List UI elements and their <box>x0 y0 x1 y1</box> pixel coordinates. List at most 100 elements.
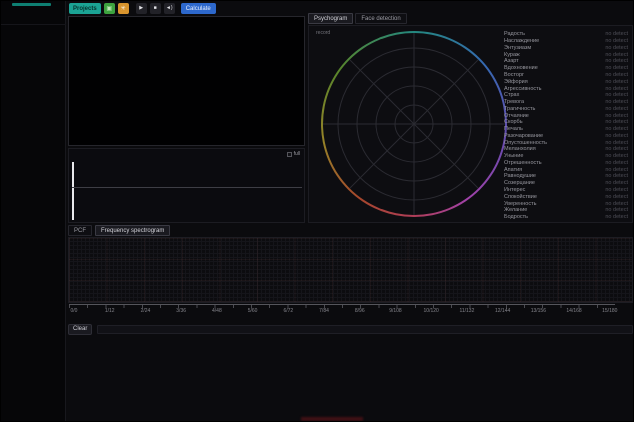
analysis-tab-bar: Psychogram Face detection <box>308 13 407 24</box>
emotion-value: no detect <box>605 153 628 159</box>
emotion-label: Уныние <box>504 153 523 159</box>
full-checkbox[interactable] <box>287 152 292 157</box>
play-icon: ▶ <box>139 6 143 11</box>
clear-row: Clear <box>68 323 633 335</box>
emotion-label: Азарт <box>504 58 519 64</box>
axis-tick-label: 1/12 <box>98 308 122 314</box>
emotion-row: Бодрость no detect <box>504 214 628 221</box>
emotion-row: Восторг no detect <box>504 72 628 79</box>
emotion-value: no detect <box>605 173 628 179</box>
axis-tick-label: 5/60 <box>241 308 265 314</box>
emotion-value: no detect <box>605 160 628 166</box>
analysis-tab[interactable]: Psychogram <box>308 13 353 24</box>
emotion-value: no detect <box>605 79 628 85</box>
emotion-row: Радость no detect <box>504 31 628 38</box>
emotion-row: Уныние no detect <box>504 153 628 160</box>
emotion-label: Энтузиазм <box>504 45 531 51</box>
play-button[interactable]: ▶ <box>136 3 147 14</box>
analysis-tab[interactable]: Face detection <box>355 13 406 24</box>
stop-button[interactable]: ■ <box>150 3 161 14</box>
emotion-row: Опустошенность no detect <box>504 139 628 146</box>
emotion-label: Желание <box>504 207 527 213</box>
emotion-label: Восторг <box>504 72 524 78</box>
emotion-row: Интерес no detect <box>504 187 628 194</box>
emotion-row: Уверенность no detect <box>504 200 628 207</box>
emotion-value: no detect <box>605 167 628 173</box>
clear-button[interactable]: Clear <box>68 324 92 335</box>
waveform-panel[interactable]: full <box>68 148 305 223</box>
emotion-label: Наслаждение <box>504 38 539 44</box>
emotion-row: Энтузиазм no detect <box>504 45 628 52</box>
axis-tick-label: 3/36 <box>169 308 193 314</box>
sidebar-project-indicator[interactable] <box>12 3 51 6</box>
emotion-value: no detect <box>605 214 628 220</box>
emotion-value: no detect <box>605 58 628 64</box>
emotion-label: Уверенность <box>504 201 537 207</box>
bottom-edge-artifact <box>301 417 363 421</box>
emotion-label: Отчаяние <box>504 113 529 119</box>
axis-tick-label: 8/96 <box>348 308 372 314</box>
emotion-label: Эйфория <box>504 79 528 85</box>
spectro-tab[interactable]: Frequency spectrogram <box>95 225 170 236</box>
psychogram-wheel <box>321 31 507 217</box>
emotion-value: no detect <box>605 86 628 92</box>
axis-tick-label: 6/72 <box>276 308 300 314</box>
playhead-cursor[interactable] <box>72 162 74 220</box>
axis-tick-label: 15/180 <box>598 308 622 314</box>
emotion-value: no detect <box>605 31 628 37</box>
emotion-value: no detect <box>605 106 628 112</box>
calculate-button[interactable]: Calculate <box>181 3 216 14</box>
toolbar: Projects ▣ ✳ ▶ ■ ◄) Calculate <box>69 3 216 14</box>
analysis-tab-label: Psychogram <box>314 16 347 22</box>
emotion-row: Агрессивность no detect <box>504 85 628 92</box>
frequency-spectrogram-plot[interactable] <box>68 237 633 303</box>
emotion-row: Созерцание no detect <box>504 180 628 187</box>
sidebar-divider <box>1 24 66 25</box>
spectro-tab[interactable]: PCF <box>68 225 92 236</box>
full-checkbox-row: full <box>287 151 300 157</box>
spectro-tab-label: Frequency spectrogram <box>101 228 164 234</box>
axis-tick-label: 11/132 <box>455 308 479 314</box>
axis-tick-label: 2/24 <box>133 308 157 314</box>
projects-button[interactable]: Projects <box>69 3 101 14</box>
emotion-value: no detect <box>605 99 628 105</box>
open-icon: ▣ <box>106 6 112 12</box>
spectrogram-axis-labels: 0/0 1/12 2/24 3/36 4/48 5/60 6/72 7/84 8… <box>62 308 622 314</box>
stop-icon: ■ <box>154 6 157 11</box>
settings-button[interactable]: ✳ <box>118 3 129 14</box>
emotion-label: Разочарование <box>504 133 543 139</box>
settings-gear-icon: ✳ <box>121 6 126 12</box>
emotion-row: Отчаяние no detect <box>504 112 628 119</box>
emotion-row: Тревога no detect <box>504 99 628 106</box>
emotion-row: Отрешенность no detect <box>504 160 628 167</box>
emotion-row: Спокойствие no detect <box>504 193 628 200</box>
emotion-value: no detect <box>605 45 628 51</box>
progress-track[interactable] <box>97 325 633 334</box>
axis-tick-label: 7/84 <box>312 308 336 314</box>
emotion-value: no detect <box>605 207 628 213</box>
axis-tick-label: 12/144 <box>491 308 515 314</box>
emotion-list: Радость no detect Наслаждение no detect … <box>504 31 628 221</box>
open-project-button[interactable]: ▣ <box>104 3 115 14</box>
axis-tick-label: 13/156 <box>526 308 550 314</box>
emotion-label: Печаль <box>504 126 523 132</box>
emotion-row: Вдохновение no detect <box>504 65 628 72</box>
emotion-row: Меланхолия no detect <box>504 146 628 153</box>
emotion-label: Апатия <box>504 167 522 173</box>
emotion-value: no detect <box>605 140 628 146</box>
emotion-label: Меланхолия <box>504 146 536 152</box>
emotion-value: no detect <box>605 113 628 119</box>
spectro-tab-bar: PCF Frequency spectrogram <box>68 225 170 236</box>
emotion-label: Интерес <box>504 187 525 193</box>
volume-icon: ◄) <box>166 6 173 11</box>
emotion-row: Страх no detect <box>504 92 628 99</box>
emotion-row: Скорбь no detect <box>504 119 628 126</box>
emotion-label: Опустошенность <box>504 140 547 146</box>
volume-button[interactable]: ◄) <box>164 3 175 14</box>
emotion-value: no detect <box>605 38 628 44</box>
app-window: Projects ▣ ✳ ▶ ■ ◄) Calculate full Psych… <box>0 0 634 422</box>
axis-tick-label: 0/0 <box>62 308 86 314</box>
emotion-value: no detect <box>605 92 628 98</box>
emotion-label: Отрешенность <box>504 160 542 166</box>
emotion-value: no detect <box>605 119 628 125</box>
